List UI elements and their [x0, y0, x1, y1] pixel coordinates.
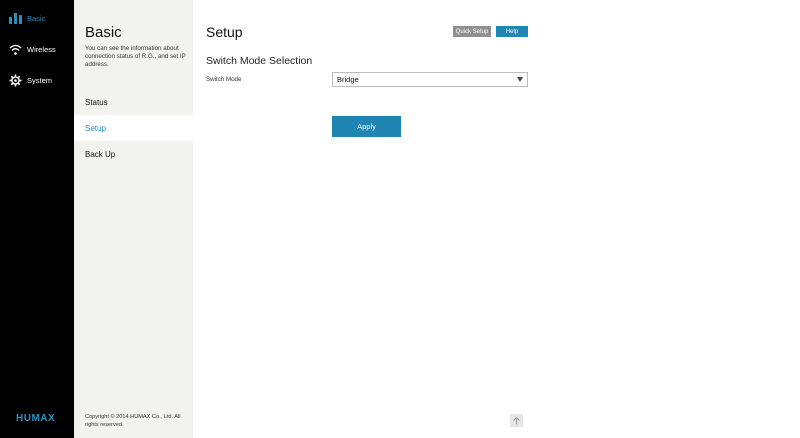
sub-panel: Basic You can see the information about … — [74, 0, 193, 438]
wifi-icon — [8, 42, 22, 56]
nav-item-label: Basic — [27, 13, 46, 23]
sub-item-back-up[interactable]: Back Up — [74, 141, 193, 167]
humax-logo: HUMAX — [16, 413, 56, 424]
switch-mode-value: Bridge — [337, 75, 359, 84]
copyright-text: Copyright © 2014 HUMAX Co., Ltd. All rig… — [85, 414, 181, 428]
scroll-to-top-button[interactable] — [510, 414, 523, 427]
section-title: Switch Mode Selection — [206, 55, 313, 67]
sub-item-status[interactable]: Status — [74, 89, 193, 115]
sub-panel-title: Basic — [85, 24, 122, 41]
apply-button[interactable]: Apply — [332, 116, 401, 137]
nav-item-label: Wireless — [27, 44, 56, 54]
nav-item-label: System — [27, 75, 53, 85]
page-title: Setup — [206, 24, 243, 40]
switch-mode-label: Switch Mode — [206, 76, 242, 83]
chevron-down-icon — [517, 77, 523, 82]
quick-setup-button[interactable]: Quick Setup — [453, 26, 491, 37]
sub-item-setup[interactable]: Setup — [74, 115, 193, 141]
bar-chart-icon — [8, 11, 22, 25]
gear-icon — [8, 73, 22, 87]
arrow-up-icon — [513, 412, 520, 430]
nav-item-system[interactable]: System — [8, 71, 52, 89]
switch-mode-select[interactable]: Bridge — [332, 72, 528, 87]
help-button[interactable]: Help — [496, 26, 528, 37]
left-navigation: Basic Wireless System HUMAX — [0, 0, 74, 438]
sub-panel-description: You can see the information about connec… — [85, 45, 186, 68]
nav-item-wireless[interactable]: Wireless — [8, 40, 56, 58]
nav-item-basic[interactable]: Basic — [8, 9, 45, 27]
